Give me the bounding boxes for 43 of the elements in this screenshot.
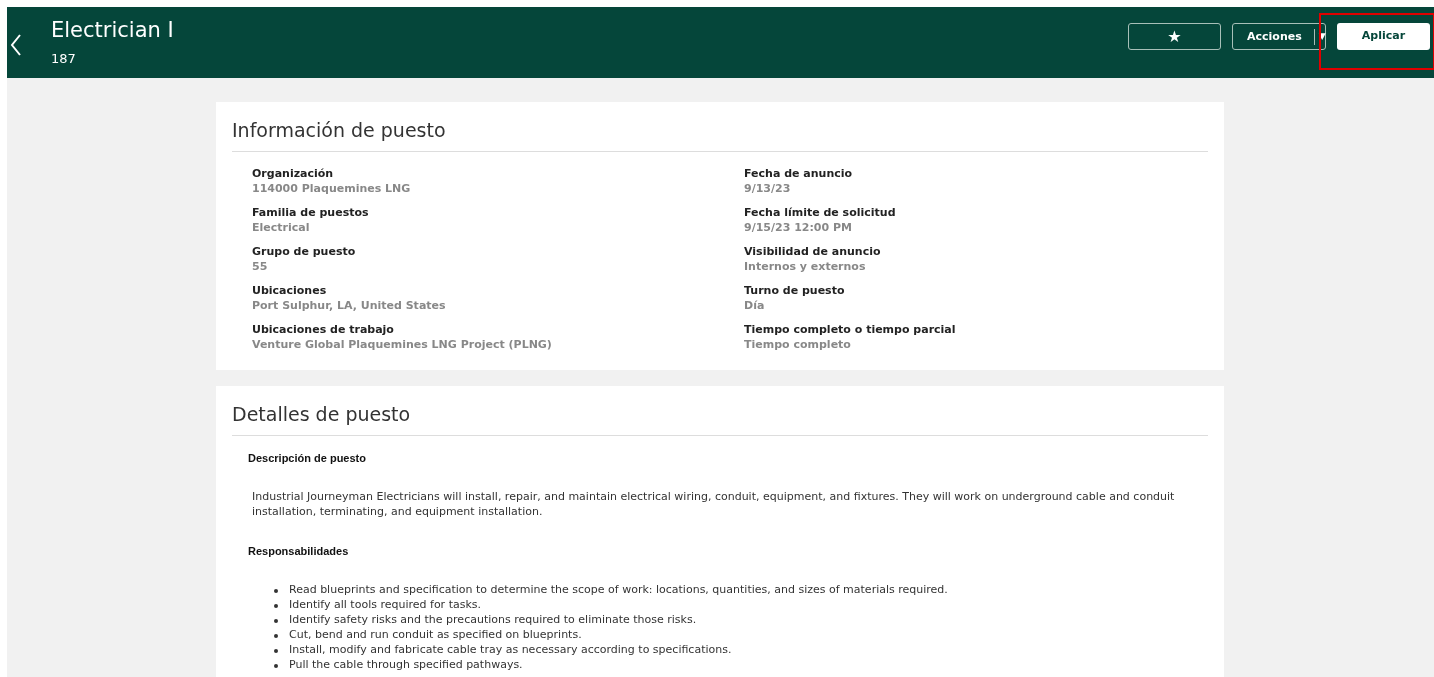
field-value: Electrical [252,220,311,235]
field-value: 114000 Plaquemines LNG [252,181,412,196]
field-label: Ubicaciones [252,283,328,298]
responsibility-item: Install, modify and fabricate cable tray as necessary according to specifications. [289,642,732,659]
section-title: Detalles de puesto [232,400,1208,436]
bullet-icon [274,633,278,638]
responsibility-item: Read blueprints and specification to determine the scope of work: locations, quantities, and sizes of materials required. [289,582,948,599]
field-label: Organización [252,166,335,181]
field-label: Ubicaciones de trabajo [252,322,395,337]
field-label: Tiempo completo o tiempo parcial [744,322,957,337]
bullet-icon [274,648,278,653]
field-label: Grupo de puesto [252,244,357,259]
responsibility-item: Cut, bend and run conduit as specified on blueprints. [289,627,582,644]
actions-label: Acciones [1233,28,1315,45]
section-title: Información de puesto [232,116,1208,152]
field-value: 9/15/23 12:00 PM [744,220,853,235]
page-subtitle: 187 [51,50,77,68]
bullet-icon [274,663,278,668]
field-label: Familia de puestos [252,205,370,220]
responsibility-item: Identify all tools required for tasks. [289,597,482,614]
bullet-icon [274,588,278,593]
bullet-icon [274,618,278,623]
field-value: 55 [252,259,269,274]
field-label: Visibilidad de anuncio [744,244,882,259]
responsibility-item: Pull the cable through specified pathways. [289,657,523,674]
field-value: Port Sulphur, LA, United States [252,298,447,313]
responsibility-item: Identify safety risks and the precautions required to eliminate those risks. [289,612,697,629]
field-value: 9/13/23 [744,181,792,196]
favorite-button[interactable]: ★ [1128,23,1221,50]
back-icon[interactable] [10,33,22,57]
responsibilities-heading: Responsabilidades [247,543,350,559]
field-label: Fecha de anuncio [744,166,854,181]
page-title: Electrician I [51,17,174,44]
field-value: Tiempo completo [744,337,852,352]
field-value: Venture Global Plaquemines LNG Project (PLNG) [252,337,553,352]
field-label: Fecha límite de solicitud [744,205,897,220]
bullet-icon [274,603,278,608]
field-label: Turno de puesto [744,283,846,298]
field-value: Internos y externos [744,259,867,274]
field-value: Día [744,298,766,313]
description-heading: Descripción de puesto [247,451,367,466]
apply-button[interactable]: Aplicar [1337,23,1430,50]
description-text: Industrial Journeyman Electricians will install, repair, and maintain electrical wiring, conduit, equipment, and fixtures. They will work on underground cable and conduit installation, terminating, and equipment installation. [251,488,1176,519]
